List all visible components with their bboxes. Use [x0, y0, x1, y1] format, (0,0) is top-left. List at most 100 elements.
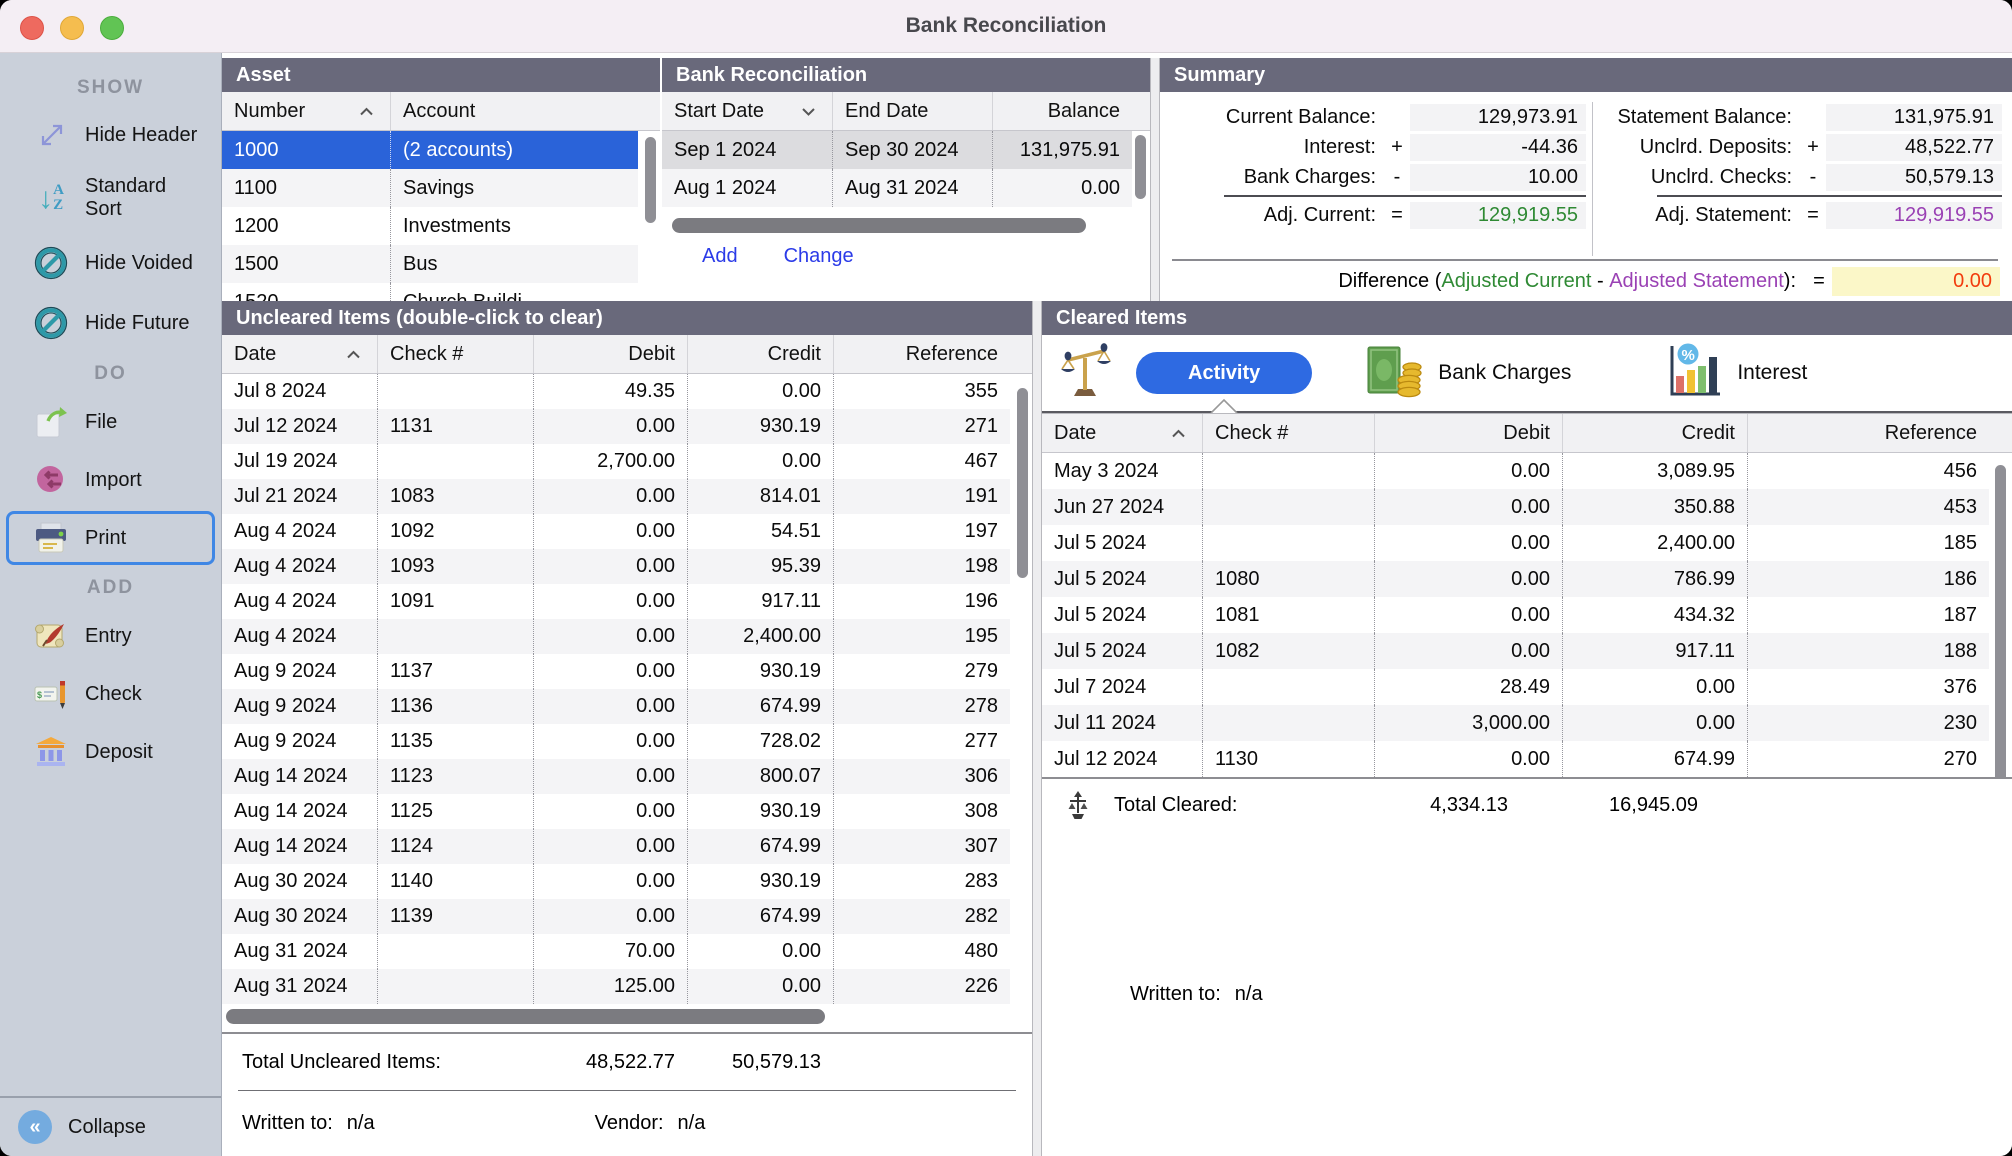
table-row[interactable]: Aug 30 2024 1139 0.00 674.99 282 — [222, 899, 1010, 934]
vertical-split-handle[interactable] — [1032, 301, 1042, 1156]
change-link[interactable]: Change — [784, 245, 854, 268]
sidebar-item-hide-voided[interactable]: Hide Voided — [6, 235, 215, 291]
table-row[interactable]: Aug 4 2024 0.00 2,400.00 195 — [222, 619, 1010, 654]
minimize-window-button[interactable] — [60, 16, 84, 40]
column-header-number[interactable]: Number — [222, 92, 390, 130]
vertical-split-handle[interactable] — [1150, 58, 1160, 301]
zoom-window-button[interactable] — [100, 16, 124, 40]
reconciliation-rows: Sep 1 2024 Sep 30 2024 131,975.91 Aug 1 … — [662, 131, 1132, 207]
column-header-balance[interactable]: Balance — [992, 92, 1132, 130]
sidebar-item-hide-header[interactable]: Hide Header — [6, 109, 215, 161]
tab-bank-charges[interactable]: Bank Charges — [1366, 344, 1571, 403]
table-row[interactable]: Aug 9 2024 1136 0.00 674.99 278 — [222, 689, 1010, 724]
column-header-date[interactable]: Date — [222, 335, 377, 373]
active-tab-notch — [1209, 398, 1239, 413]
column-header-start-date[interactable]: Start Date — [662, 92, 832, 130]
table-row[interactable]: Aug 31 2024 70.00 0.00 480 — [222, 934, 1010, 969]
column-header-debit[interactable]: Debit — [1374, 414, 1562, 452]
table-row[interactable]: Aug 9 2024 1135 0.00 728.02 277 — [222, 724, 1010, 759]
sidebar-item-label: File — [85, 411, 117, 434]
table-row[interactable]: Aug 4 2024 1093 0.00 95.39 198 — [222, 549, 1010, 584]
summary-panel: Summary Current Balance: 129,973.91 Inte… — [1160, 58, 2012, 301]
sidebar-item-deposit[interactable]: Deposit — [6, 725, 215, 779]
table-row[interactable]: Jul 19 2024 2,700.00 0.00 467 — [222, 444, 1010, 479]
table-row[interactable]: Jul 5 2024 0.00 2,400.00 185 — [1042, 525, 1989, 561]
table-row[interactable]: 1000 (2 accounts) — [222, 131, 638, 169]
column-header-credit[interactable]: Credit — [1562, 414, 1747, 452]
table-row[interactable]: Aug 31 2024 125.00 0.00 226 — [222, 969, 1010, 1004]
hide-voided-icon — [31, 245, 71, 281]
table-row[interactable]: Jul 5 2024 1081 0.00 434.32 187 — [1042, 597, 1989, 633]
collapse-label: Collapse — [68, 1116, 146, 1139]
uncleared-hscrollbar-thumb[interactable] — [226, 1009, 825, 1024]
column-header-reference[interactable]: Reference — [1747, 414, 1989, 452]
asset-scrollbar-thumb[interactable] — [645, 137, 656, 223]
sidebar-item-entry[interactable]: Entry — [6, 609, 215, 663]
tab-interest[interactable]: % Interest — [1667, 343, 1807, 404]
table-row[interactable]: 1500 Bus — [222, 245, 638, 283]
tab-bank-charges-label[interactable]: Bank Charges — [1438, 361, 1571, 385]
column-header-date[interactable]: Date — [1042, 414, 1202, 452]
table-row[interactable]: Jul 5 2024 1080 0.00 786.99 186 — [1042, 561, 1989, 597]
cleared-scrollbar-thumb[interactable] — [1995, 465, 2006, 777]
sidebar-item-label: Import — [85, 469, 142, 492]
cleared-written-row: Written to: n/a — [1042, 833, 2012, 1156]
sidebar-item-hide-future[interactable]: Hide Future — [6, 295, 215, 351]
reconciliation-hscrollbar-thumb[interactable] — [672, 218, 1086, 233]
uncleared-scrollbar-thumb[interactable] — [1017, 388, 1028, 578]
table-row[interactable]: Jul 5 2024 1082 0.00 917.11 188 — [1042, 633, 1989, 669]
column-header-end-date[interactable]: End Date — [832, 92, 992, 130]
entry-icon — [31, 619, 71, 653]
table-row[interactable]: May 3 2024 0.00 3,089.95 456 — [1042, 453, 1989, 489]
column-header-credit[interactable]: Credit — [687, 335, 833, 373]
table-row[interactable]: Jul 12 2024 1131 0.00 930.19 271 — [222, 409, 1010, 444]
cleared-rows: May 3 2024 0.00 3,089.95 456 Jun 27 2024… — [1042, 453, 1989, 777]
collapse-button[interactable]: « Collapse — [0, 1096, 221, 1156]
column-header-reference[interactable]: Reference — [833, 335, 1010, 373]
table-row[interactable]: Jul 7 2024 28.49 0.00 376 — [1042, 669, 1989, 705]
uncleared-hscrollbar — [222, 1004, 1032, 1034]
table-row[interactable]: Aug 1 2024 Aug 31 2024 0.00 — [662, 169, 1132, 207]
table-row[interactable]: Aug 4 2024 1092 0.00 54.51 197 — [222, 514, 1010, 549]
table-row[interactable]: 1100 Savings — [222, 169, 638, 207]
table-row[interactable]: Jul 12 2024 1130 0.00 674.99 270 — [1042, 741, 1989, 777]
uncleared-deposits-value: 48,522.77 — [1826, 134, 2002, 161]
adjusted-current-value: 129,919.55 — [1410, 202, 1586, 229]
table-row[interactable]: Jul 11 2024 3,000.00 0.00 230 — [1042, 705, 1989, 741]
table-row[interactable]: Aug 30 2024 1140 0.00 930.19 283 — [222, 864, 1010, 899]
table-row[interactable]: Jul 21 2024 1083 0.00 814.01 191 — [222, 479, 1010, 514]
sidebar-item-check[interactable]: $ Check — [6, 667, 215, 721]
table-row[interactable]: Aug 14 2024 1124 0.00 674.99 307 — [222, 829, 1010, 864]
column-header-account[interactable]: Account — [390, 92, 660, 130]
table-row[interactable]: Aug 4 2024 1091 0.00 917.11 196 — [222, 584, 1010, 619]
table-row[interactable]: 1520 Church Buildi — [222, 283, 638, 301]
sidebar-item-label: Hide Voided — [85, 252, 193, 275]
sidebar-item-print[interactable]: Print — [6, 511, 215, 565]
column-header-check[interactable]: Check # — [377, 335, 533, 373]
sidebar-item-standard-sort[interactable]: ↓AZ Standard Sort — [6, 165, 215, 231]
column-header-debit[interactable]: Debit — [533, 335, 687, 373]
table-row[interactable]: Aug 14 2024 1125 0.00 930.19 308 — [222, 794, 1010, 829]
close-window-button[interactable] — [20, 16, 44, 40]
tab-activity[interactable]: Activity — [1060, 342, 1312, 405]
written-to-value: n/a — [347, 1112, 375, 1135]
cleared-table-body: May 3 2024 0.00 3,089.95 456 Jun 27 2024… — [1042, 453, 2012, 777]
cleared-totals-label: Total Cleared: — [1114, 794, 1340, 817]
table-row[interactable]: Aug 14 2024 1123 0.00 800.07 306 — [222, 759, 1010, 794]
table-row[interactable]: Jul 8 2024 49.35 0.00 355 — [222, 374, 1010, 409]
collapse-icon: « — [18, 1110, 52, 1144]
table-row[interactable]: Sep 1 2024 Sep 30 2024 131,975.91 — [662, 131, 1132, 169]
add-link[interactable]: Add — [702, 245, 738, 268]
tab-interest-label[interactable]: Interest — [1737, 361, 1807, 385]
uncleared-totals-label: Total Uncleared Items: — [222, 1051, 533, 1074]
column-header-check[interactable]: Check # — [1202, 414, 1374, 452]
table-row[interactable]: 1200 Investments — [222, 207, 638, 245]
summary-body: Current Balance: 129,973.91 Interest: + … — [1160, 92, 2012, 256]
adjusted-statement-value: 129,919.55 — [1826, 202, 2002, 229]
sidebar-item-import[interactable]: Import — [6, 453, 215, 507]
table-row[interactable]: Aug 9 2024 1137 0.00 930.19 279 — [222, 654, 1010, 689]
table-row[interactable]: Jun 27 2024 0.00 350.88 453 — [1042, 489, 1989, 525]
tab-activity-pill[interactable]: Activity — [1136, 352, 1312, 394]
sidebar-item-file[interactable]: File — [6, 395, 215, 449]
reconciliation-scrollbar-thumb[interactable] — [1135, 135, 1146, 199]
